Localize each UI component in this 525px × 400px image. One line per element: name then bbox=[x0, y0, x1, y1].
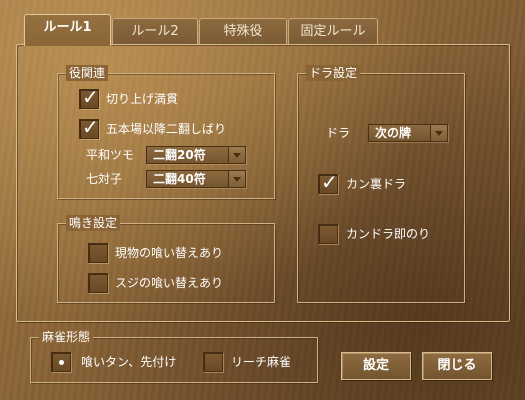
chevron-down-icon[interactable] bbox=[228, 171, 245, 187]
check-icon: ✓ bbox=[82, 85, 99, 109]
genbutsu-checkbox[interactable] bbox=[88, 243, 108, 263]
dora-value: 次の牌 bbox=[375, 126, 412, 140]
kan-ura-checkbox[interactable]: ✓ bbox=[318, 170, 338, 194]
tab-fixed-rules[interactable]: 固定ルール bbox=[288, 18, 378, 45]
riichi-radio[interactable] bbox=[203, 352, 223, 372]
pinfu-tsumo-select[interactable]: 二翻20符 bbox=[146, 146, 246, 164]
kan-ura-label: カン裏ドラ bbox=[346, 177, 407, 191]
close-button[interactable]: 閉じる bbox=[422, 352, 492, 380]
dora-select[interactable]: 次の牌 bbox=[368, 124, 448, 142]
chiitoitsu-label: 七対子 bbox=[86, 172, 123, 186]
naki-group-title: 鳴き設定 bbox=[66, 215, 121, 231]
kiriage-mangan-checkbox[interactable]: ✓ bbox=[79, 85, 99, 109]
suji-label: スジの喰い替えあり bbox=[115, 276, 224, 290]
riichi-label: リーチ麻雀 bbox=[231, 355, 292, 369]
radio-dot-icon bbox=[59, 360, 64, 365]
mahjong-form-title: 麻雀形態 bbox=[39, 329, 94, 345]
rule-settings-window: ルール2 特殊役 固定ルール ルール1 役関連 ✓ 切り上げ満貫 ✓ 五本場以降… bbox=[0, 0, 525, 400]
chiitoitsu-value: 二翻40符 bbox=[153, 172, 206, 186]
check-icon: ✓ bbox=[321, 170, 338, 194]
dora-group-title: ドラ設定 bbox=[306, 65, 361, 81]
dora-label: ドラ bbox=[326, 126, 351, 140]
tab-panel: 役関連 ✓ 切り上げ満貫 ✓ 五本場以降二翻しばり 平和ツモ 二翻20符 七対子… bbox=[16, 44, 510, 322]
yaku-group: 役関連 ✓ 切り上げ満貫 ✓ 五本場以降二翻しばり 平和ツモ 二翻20符 七対子… bbox=[57, 65, 275, 199]
tab-rule2[interactable]: ルール2 bbox=[112, 18, 198, 45]
naki-group: 鳴き設定 現物の喰い替えあり スジの喰い替えあり bbox=[57, 215, 275, 303]
honba-nihan-checkbox[interactable]: ✓ bbox=[79, 115, 99, 139]
mahjong-form-group: 麻雀形態 喰いタン、先付け リーチ麻雀 bbox=[30, 329, 318, 383]
tab-rule1[interactable]: ルール1 bbox=[24, 14, 111, 46]
chevron-down-icon[interactable] bbox=[430, 125, 447, 141]
kuitan-label: 喰いタン、先付け bbox=[81, 355, 177, 369]
pinfu-tsumo-label: 平和ツモ bbox=[86, 148, 135, 162]
suji-checkbox[interactable] bbox=[88, 273, 108, 293]
pinfu-tsumo-value: 二翻20符 bbox=[153, 148, 206, 162]
kan-dora-soku-checkbox[interactable] bbox=[318, 224, 338, 244]
kan-dora-soku-label: カンドラ即のり bbox=[346, 227, 431, 241]
settings-button[interactable]: 設定 bbox=[341, 352, 411, 380]
check-icon: ✓ bbox=[82, 115, 99, 139]
chiitoitsu-select[interactable]: 二翻40符 bbox=[146, 170, 246, 188]
tab-special-yaku[interactable]: 特殊役 bbox=[199, 18, 287, 45]
honba-nihan-label: 五本場以降二翻しばり bbox=[106, 122, 227, 136]
genbutsu-label: 現物の喰い替えあり bbox=[115, 246, 224, 260]
dora-group: ドラ設定 ドラ 次の牌 ✓ カン裏ドラ カンドラ即のり bbox=[297, 65, 465, 303]
kuitan-radio[interactable] bbox=[51, 352, 71, 372]
chevron-down-icon[interactable] bbox=[228, 147, 245, 163]
yaku-group-title: 役関連 bbox=[66, 65, 109, 81]
kiriage-mangan-label: 切り上げ満貫 bbox=[106, 92, 179, 106]
